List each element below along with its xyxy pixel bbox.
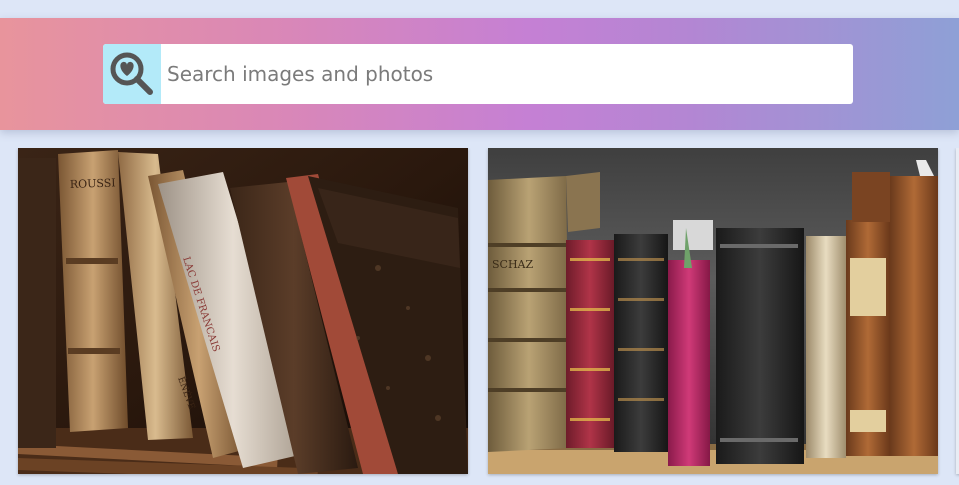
search-input[interactable]: [161, 44, 853, 104]
search-bar[interactable]: [103, 44, 853, 104]
image-gallery: ROUSSI ÉNÉVE LAC DE FRANCAIS SCHAZ: [0, 148, 959, 485]
antique-books-shelf-image: SCHAZ: [488, 148, 938, 474]
gallery-image-card[interactable]: SCHAZ: [488, 148, 938, 474]
gallery-image-card[interactable]: ROUSSI ÉNÉVE LAC DE FRANCAIS: [18, 148, 468, 474]
search-header: [0, 18, 959, 130]
search-button[interactable]: [103, 44, 161, 104]
heart-search-icon: [110, 52, 153, 95]
svg-text:SCHAZ: SCHAZ: [492, 258, 533, 271]
antique-books-leaning-image: ROUSSI ÉNÉVE LAC DE FRANCAIS: [18, 148, 468, 474]
svg-text:ROUSSI: ROUSSI: [70, 176, 116, 191]
